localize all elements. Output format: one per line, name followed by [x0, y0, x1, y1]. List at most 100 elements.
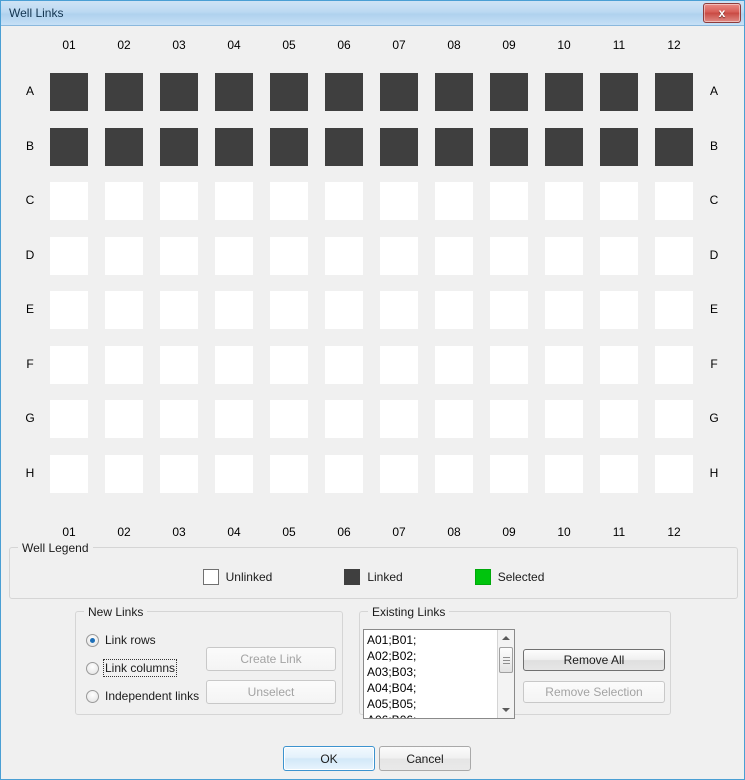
well-F09[interactable]: [490, 345, 528, 384]
well-E03[interactable]: [160, 291, 198, 329]
well-C02[interactable]: [105, 182, 143, 220]
well-D07[interactable]: [380, 236, 418, 275]
well-H01[interactable]: [50, 454, 88, 493]
well-H06[interactable]: [325, 454, 363, 493]
well-F08[interactable]: [435, 345, 473, 384]
create-link-button[interactable]: Create Link: [206, 647, 336, 671]
ok-button[interactable]: OK: [283, 746, 375, 771]
well-B10[interactable]: [545, 127, 583, 166]
well-H07[interactable]: [380, 454, 418, 493]
well-G01[interactable]: [50, 400, 88, 438]
well-A05[interactable]: [270, 73, 308, 111]
well-C06[interactable]: [325, 182, 363, 220]
well-C01[interactable]: [50, 182, 88, 220]
close-button[interactable]: x: [703, 3, 741, 23]
well-D08[interactable]: [435, 236, 473, 275]
well-G11[interactable]: [600, 400, 638, 438]
well-G03[interactable]: [160, 400, 198, 438]
well-F11[interactable]: [600, 345, 638, 384]
well-C08[interactable]: [435, 182, 473, 220]
well-B09[interactable]: [490, 127, 528, 166]
radio-independent-links[interactable]: Independent links: [86, 688, 199, 704]
well-C05[interactable]: [270, 182, 308, 220]
well-E08[interactable]: [435, 291, 473, 329]
well-F04[interactable]: [215, 345, 253, 384]
well-B07[interactable]: [380, 127, 418, 166]
well-C09[interactable]: [490, 182, 528, 220]
well-G04[interactable]: [215, 400, 253, 438]
well-D10[interactable]: [545, 236, 583, 275]
well-G10[interactable]: [545, 400, 583, 438]
well-D04[interactable]: [215, 236, 253, 275]
well-H08[interactable]: [435, 454, 473, 493]
well-G07[interactable]: [380, 400, 418, 438]
well-F01[interactable]: [50, 345, 88, 384]
well-D12[interactable]: [655, 236, 693, 275]
well-G06[interactable]: [325, 400, 363, 438]
well-G02[interactable]: [105, 400, 143, 438]
well-F10[interactable]: [545, 345, 583, 384]
well-H11[interactable]: [600, 454, 638, 493]
well-D02[interactable]: [105, 236, 143, 275]
well-B01[interactable]: [50, 127, 88, 166]
well-F12[interactable]: [655, 345, 693, 384]
well-A12[interactable]: [655, 73, 693, 111]
well-C07[interactable]: [380, 182, 418, 220]
well-D11[interactable]: [600, 236, 638, 275]
well-G09[interactable]: [490, 400, 528, 438]
remove-all-button[interactable]: Remove All: [523, 649, 665, 671]
cancel-button[interactable]: Cancel: [379, 746, 471, 771]
well-G05[interactable]: [270, 400, 308, 438]
well-H10[interactable]: [545, 454, 583, 493]
list-item[interactable]: A01;B01;: [367, 632, 500, 648]
well-H03[interactable]: [160, 454, 198, 493]
existing-links-listbox[interactable]: A01;B01; A02;B02; A03;B03; A04;B04; A05;B05;…: [363, 629, 515, 719]
well-F07[interactable]: [380, 345, 418, 384]
well-B04[interactable]: [215, 127, 253, 166]
well-C03[interactable]: [160, 182, 198, 220]
scroll-down-icon[interactable]: [498, 702, 514, 718]
well-A02[interactable]: [105, 73, 143, 111]
well-C10[interactable]: [545, 182, 583, 220]
well-E05[interactable]: [270, 291, 308, 329]
well-E07[interactable]: [380, 291, 418, 329]
listbox-scrollbar[interactable]: [497, 630, 514, 718]
list-item[interactable]: A05;B05;: [367, 696, 500, 712]
well-F05[interactable]: [270, 345, 308, 384]
well-B11[interactable]: [600, 127, 638, 166]
well-H02[interactable]: [105, 454, 143, 493]
well-A01[interactable]: [50, 73, 88, 111]
scrollbar-thumb[interactable]: [499, 647, 513, 673]
well-E06[interactable]: [325, 291, 363, 329]
well-H09[interactable]: [490, 454, 528, 493]
well-B06[interactable]: [325, 127, 363, 166]
well-C04[interactable]: [215, 182, 253, 220]
well-D01[interactable]: [50, 236, 88, 275]
well-A07[interactable]: [380, 73, 418, 111]
list-item[interactable]: A02;B02;: [367, 648, 500, 664]
well-G08[interactable]: [435, 400, 473, 438]
well-B05[interactable]: [270, 127, 308, 166]
well-E12[interactable]: [655, 291, 693, 329]
well-H12[interactable]: [655, 454, 693, 493]
list-item[interactable]: A04;B04;: [367, 680, 500, 696]
well-E09[interactable]: [490, 291, 528, 329]
well-B03[interactable]: [160, 127, 198, 166]
well-H05[interactable]: [270, 454, 308, 493]
well-E02[interactable]: [105, 291, 143, 329]
well-D03[interactable]: [160, 236, 198, 275]
well-D06[interactable]: [325, 236, 363, 275]
well-F02[interactable]: [105, 345, 143, 384]
well-B02[interactable]: [105, 127, 143, 166]
scroll-up-icon[interactable]: [498, 630, 514, 646]
well-A08[interactable]: [435, 73, 473, 111]
well-D09[interactable]: [490, 236, 528, 275]
well-E10[interactable]: [545, 291, 583, 329]
well-H04[interactable]: [215, 454, 253, 493]
radio-link-columns[interactable]: Link columns: [86, 659, 178, 677]
radio-link-rows[interactable]: Link rows: [86, 632, 156, 648]
well-A10[interactable]: [545, 73, 583, 111]
well-A09[interactable]: [490, 73, 528, 111]
remove-selection-button[interactable]: Remove Selection: [523, 681, 665, 703]
well-G12[interactable]: [655, 400, 693, 438]
